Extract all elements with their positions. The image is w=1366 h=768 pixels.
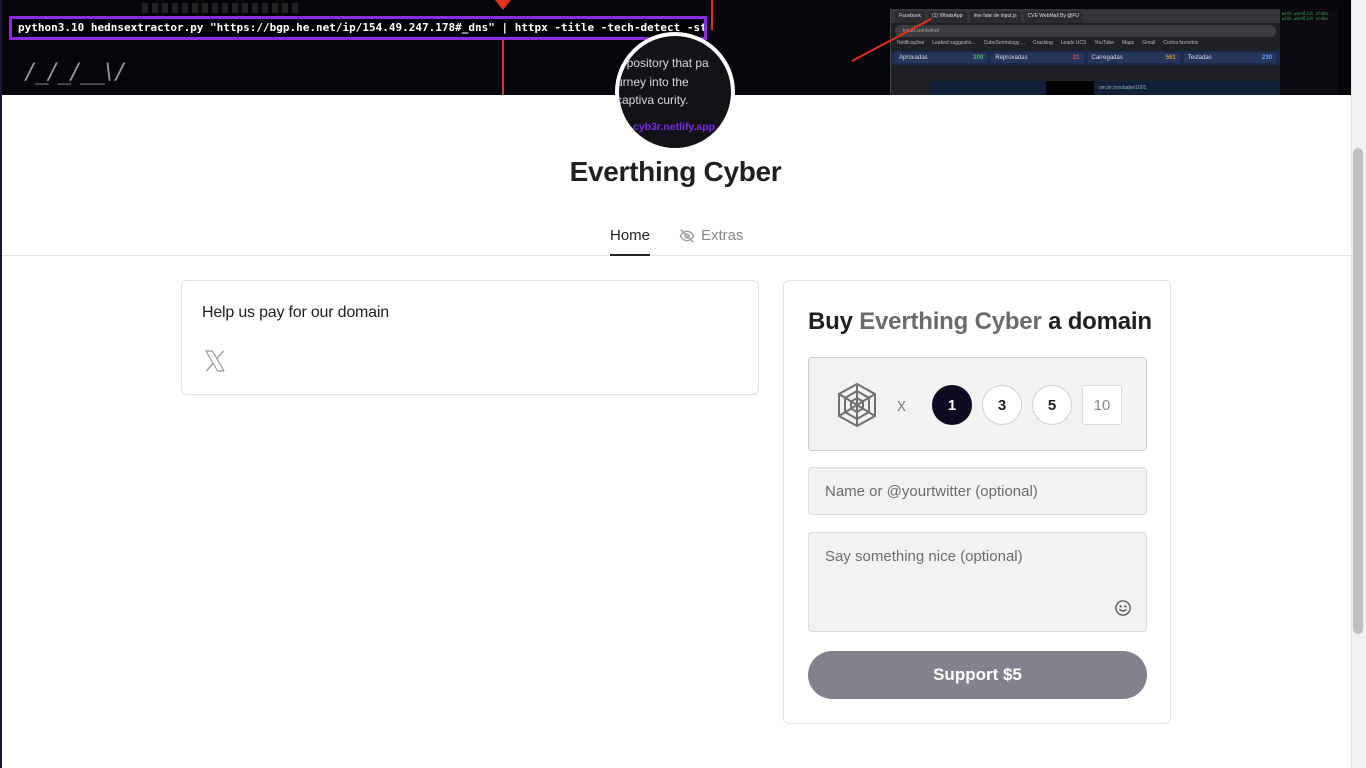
cover-bookmark: Maps	[1122, 40, 1135, 46]
cover-stat: Carregadas 561	[1087, 53, 1180, 63]
cover-stat-value: 561	[1165, 55, 1176, 61]
tab-extras[interactable]: Extras	[679, 218, 744, 256]
cover-stat-value: 209	[973, 55, 984, 61]
quantity-option-3[interactable]: 3	[982, 385, 1022, 425]
cover-stat: Aprovadas 209	[895, 53, 988, 63]
cover-browser-tab: Facebook	[895, 11, 925, 23]
window-edge	[0, 0, 2, 768]
cover-browser-tabs: Facebook (1) WhatsApp Ime falei de input…	[891, 9, 1280, 23]
support-button[interactable]: Support $5	[808, 651, 1147, 699]
custom-quantity-input[interactable]: 10	[1082, 385, 1122, 425]
cover-stat: Reprovadas 21	[991, 53, 1084, 63]
cover-bookmark: Leads UCS	[1060, 40, 1087, 46]
cover-faded-text	[142, 3, 302, 13]
name-input[interactable]: Name or @yourtwitter (optional)	[808, 467, 1147, 515]
buy-title-prefix: Buy	[808, 308, 853, 335]
cover-stat: Testadas 230	[1183, 53, 1276, 63]
cover-bookmark: CuboSontrology ...	[983, 40, 1026, 46]
message-input[interactable]: Say something nice (optional)	[808, 532, 1147, 632]
cover-bookmark: Gmail	[1142, 40, 1156, 46]
cover-bookmark: Notificações	[897, 40, 925, 46]
cover-browser-bookmarks: Notificações Leaked suggestio... CuboSon…	[891, 39, 1280, 48]
cover-browser-bottom: om.br:zorobabel1001	[929, 81, 1280, 95]
cover-bookmark: Leaked suggestio...	[932, 40, 976, 46]
x-twitter-icon[interactable]	[203, 349, 227, 373]
cover-terminal: with wordlist zroba with wordlist zroba	[1280, 9, 1338, 95]
support-card-title: Buy Everthing Cyber a domain	[808, 308, 1152, 336]
emoji-icon[interactable]	[1114, 599, 1132, 617]
message-placeholder: Say something nice (optional)	[825, 548, 1023, 565]
cover-bottom-text: om.br:zorobabel1001	[1099, 85, 1147, 91]
tab-extras-label: Extras	[701, 227, 744, 244]
profile-nav: Home Extras	[2, 218, 1351, 256]
avatar-text: repository that pa urney into the captiv…	[616, 56, 709, 107]
scrollbar-thumb[interactable]	[1353, 148, 1363, 634]
quantity-option-5[interactable]: 5	[1032, 385, 1072, 425]
quantity-option-1[interactable]: 1	[932, 385, 972, 425]
support-card: Buy Everthing Cyber a domain x 1 3 5 10 …	[783, 280, 1171, 724]
cover-bookmark: Cracking	[1033, 40, 1053, 46]
cover-stat-label: Carregadas	[1091, 55, 1123, 61]
cover-browser-tab: (1) WhatsApp	[927, 11, 967, 23]
cover-redaction	[1046, 81, 1094, 95]
cover-stats: Aprovadas 209 Reprovadas 21 Carregadas 561 …	[891, 51, 1280, 65]
page-title: Everthing Cyber	[569, 156, 782, 187]
cover-browser-tab: CVE WebMail By @FU	[1023, 11, 1084, 23]
about-card: Help us pay for our domain	[181, 280, 759, 395]
cover-arrow	[495, 0, 511, 10]
cover-red-line-2	[711, 0, 713, 30]
cover-stat-label: Testadas	[1187, 55, 1212, 61]
cover-bookmark: YouTube	[1094, 40, 1114, 46]
cover-browser-screenshot: Facebook (1) WhatsApp Ime falei de input…	[890, 9, 1280, 95]
spider-web-icon	[838, 382, 876, 428]
times-symbol: x	[897, 395, 906, 415]
eye-off-icon	[679, 229, 695, 243]
cover-browser-url: locaft.com/simo/	[895, 25, 1276, 37]
cover-stat-value: 230	[1261, 55, 1272, 61]
buy-title-name: Everthing Cyber	[859, 308, 1042, 335]
cover-browser-tab: Ime falei de input.js	[969, 11, 1021, 23]
about-card-title: Help us pay for our domain	[202, 304, 389, 321]
tab-home[interactable]: Home	[610, 218, 651, 256]
cover-red-line	[502, 40, 504, 95]
cover-stat-label: Reprovadas	[995, 55, 1028, 61]
quantity-selector: x 1 3 5 10	[808, 357, 1147, 451]
avatar-link: cyb3r.netlify.app	[633, 121, 716, 133]
cover-ascii-art: /_/_/__\/	[24, 60, 127, 85]
avatar: repository that pa urney into the captiv…	[615, 32, 735, 152]
buy-title-suffix: a domain	[1048, 308, 1152, 335]
cover-command: python3.10 hednsextractor.py "https://bg…	[9, 16, 707, 40]
cover-stat-value: 21	[1072, 55, 1080, 61]
cover-bookmark: Corina favoritos	[1163, 40, 1199, 46]
cover-stat-label: Aprovadas	[899, 55, 928, 61]
